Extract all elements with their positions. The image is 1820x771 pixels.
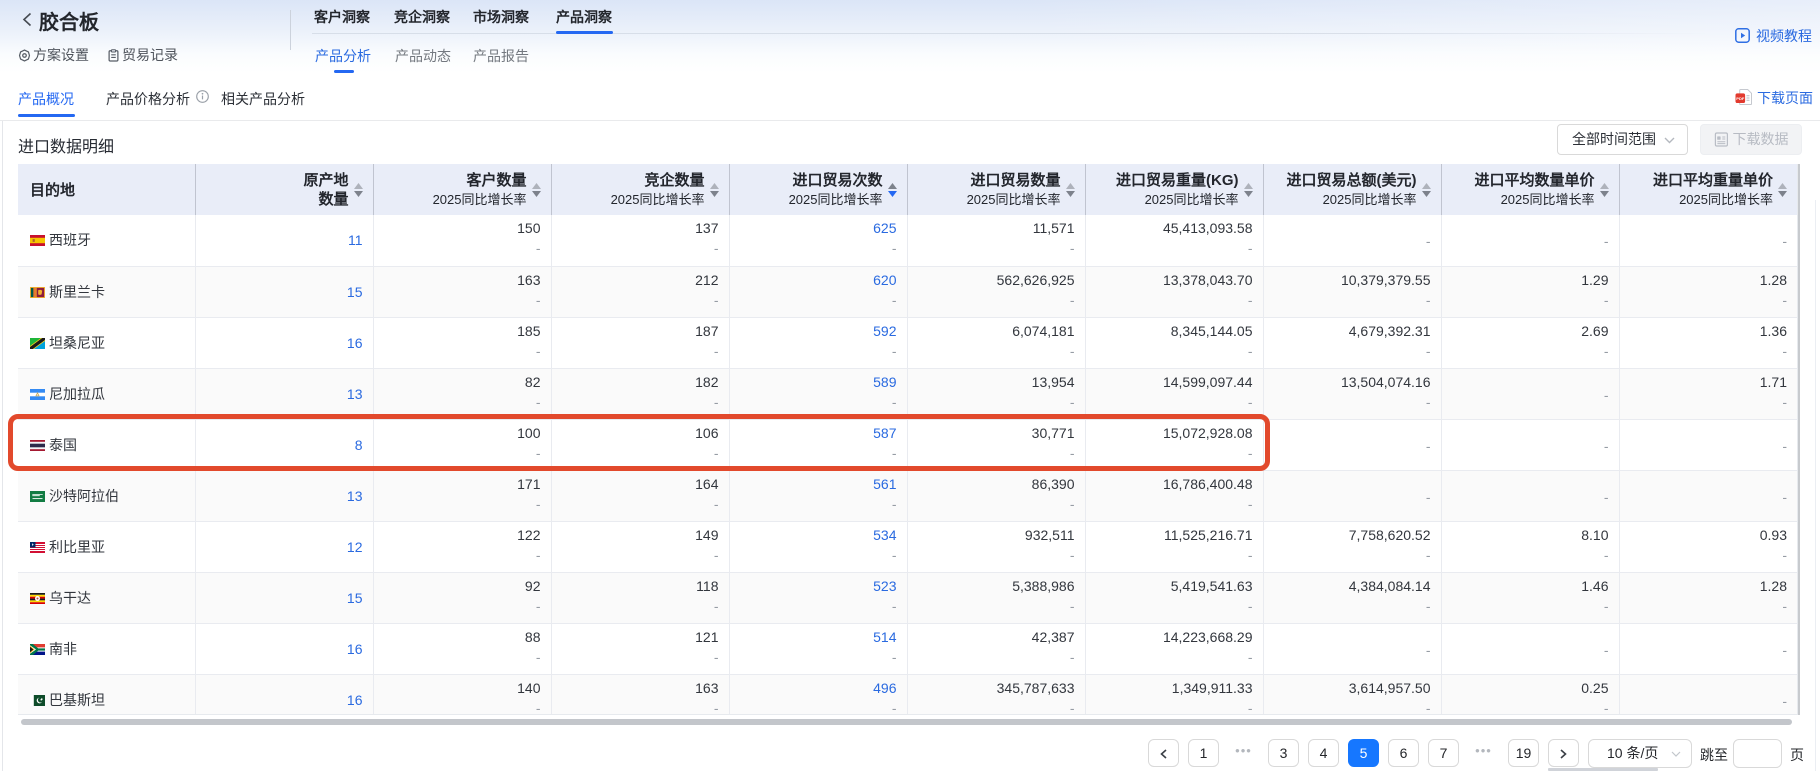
svg-text:PDF: PDF <box>1736 96 1745 101</box>
